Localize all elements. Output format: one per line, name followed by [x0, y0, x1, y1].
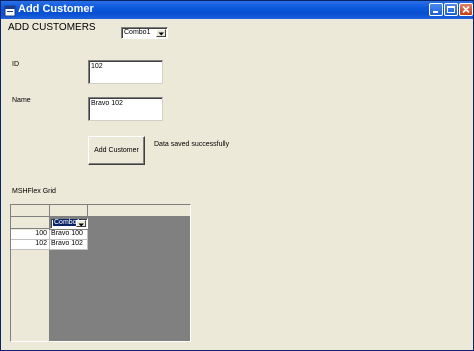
grid-header-combo[interactable]: Combo1: [50, 218, 88, 229]
grid-header-combo-arrow[interactable]: [76, 220, 86, 227]
chevron-down-icon: [78, 223, 84, 227]
combo1-dropdown[interactable]: Combo1: [121, 27, 168, 39]
grid-row-name[interactable]: Bravo 102: [50, 240, 88, 250]
grid-blank-cell: [11, 217, 49, 229]
minimize-button[interactable]: [429, 3, 443, 16]
grid-label: MSHFlex Grid: [12, 188, 56, 195]
minimize-icon: [433, 11, 438, 13]
status-message: Data saved successfully: [154, 141, 230, 148]
close-icon: [462, 5, 470, 14]
maximize-icon: [447, 6, 455, 13]
name-field[interactable]: Bravo 102: [88, 97, 163, 121]
vb-form-icon[interactable]: [4, 4, 16, 17]
add-customer-button[interactable]: Add Customer: [88, 136, 145, 165]
grid-row-id[interactable]: 102: [11, 240, 50, 250]
combo1-value: Combo1: [124, 29, 151, 36]
close-button[interactable]: [459, 3, 473, 16]
add-customer-window: Add Customer ADD CUSTOMERS Combo1 ID 102…: [0, 0, 474, 351]
maximize-button[interactable]: [444, 3, 458, 16]
name-label: Name: [12, 97, 31, 104]
id-label: ID: [12, 61, 19, 68]
id-field[interactable]: 102: [88, 60, 163, 84]
grid-fixed-row: [49, 205, 190, 216]
title-bar[interactable]: Add Customer: [1, 1, 473, 19]
grid-row-name[interactable]: Bravo 100: [50, 230, 88, 240]
grid-header-divider-2: [87, 205, 88, 216]
window-title: Add Customer: [18, 3, 94, 15]
grid-row-id[interactable]: 100: [11, 230, 50, 240]
combo1-arrow-button[interactable]: [156, 29, 166, 37]
chevron-down-icon: [158, 32, 164, 36]
form-heading: ADD CUSTOMERS: [8, 22, 96, 33]
msh-flex-grid[interactable]: Combo1 100 Bravo 100 102 Bravo 102: [10, 204, 191, 342]
